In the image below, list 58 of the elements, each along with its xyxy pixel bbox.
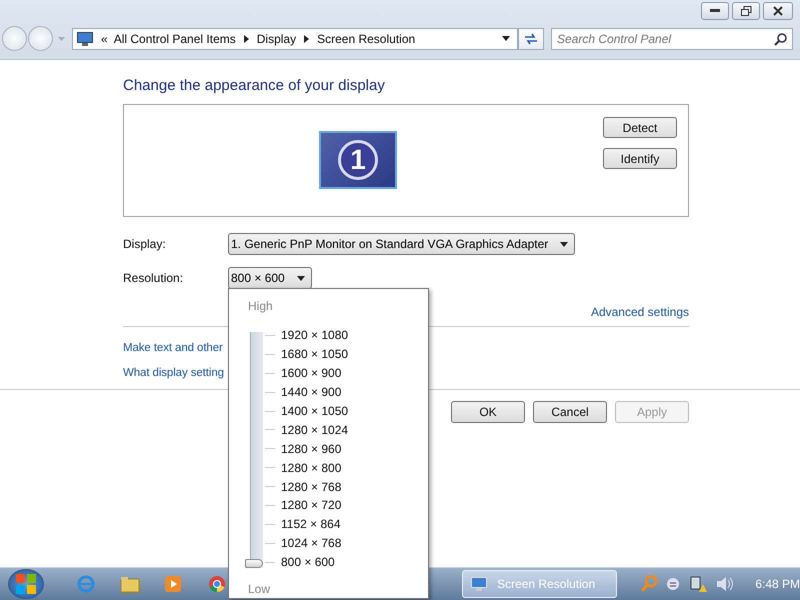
restore-button[interactable] <box>732 2 760 20</box>
resolution-option[interactable]: 1280 × 720 <box>281 498 342 512</box>
resolution-option[interactable]: 1440 × 900 <box>281 385 342 400</box>
advanced-settings-link[interactable]: Advanced settings <box>590 305 689 319</box>
slider-low-label: Low <box>248 582 272 596</box>
start-button[interactable] <box>8 569 44 599</box>
network-warning-icon[interactable] <box>689 575 708 593</box>
minimize-button[interactable] <box>701 2 729 20</box>
page-heading: Change the appearance of your display <box>123 77 386 94</box>
restore-icon <box>740 6 752 16</box>
breadcrumb-item[interactable]: All Control Panel Items <box>114 32 236 46</box>
resolution-option[interactable]: 1280 × 1024 <box>281 422 348 437</box>
resolution-option[interactable]: 1024 × 768 <box>281 536 342 550</box>
slider-high-label: High <box>248 299 274 313</box>
dialog-button[interactable]: Cancel <box>533 401 607 423</box>
resolution-option[interactable]: 1600 × 900 <box>281 366 342 380</box>
resolution-option[interactable]: 800 × 600 <box>281 555 335 570</box>
close-button[interactable] <box>763 2 793 20</box>
preview-button[interactable]: Detect <box>603 117 677 138</box>
field-label: Resolution: <box>123 271 184 285</box>
help-link[interactable]: Make text and other <box>123 342 223 354</box>
monitor-icon <box>471 577 488 591</box>
search-field[interactable]: Search Control Panel <box>551 28 793 50</box>
preview-button[interactable]: Identify <box>603 148 677 169</box>
caret-icon[interactable] <box>502 36 510 41</box>
dropdown[interactable]: 800 × 600 <box>228 267 312 289</box>
close-icon <box>773 6 783 16</box>
overflow-chevron[interactable]: « <box>101 32 108 46</box>
refresh-button[interactable] <box>518 28 544 50</box>
minimize-icon <box>710 9 720 13</box>
monitor-icon <box>77 32 93 46</box>
breadcrumb-item[interactable]: Screen Resolution <box>317 32 416 46</box>
search-icon[interactable] <box>774 32 787 46</box>
slider-thumb[interactable] <box>245 558 263 568</box>
refresh-icon <box>523 32 539 46</box>
resolution-option[interactable]: 1920 × 1080 <box>281 328 348 342</box>
resolution-option[interactable]: 1280 × 800 <box>281 460 342 475</box>
dropdown[interactable]: 1. Generic PnP Monitor on Standard VGA Graphics Adapter <box>228 233 576 255</box>
caret-icon <box>296 276 305 280</box>
triangle-right-icon[interactable] <box>244 34 249 42</box>
resolution-option[interactable]: 1280 × 768 <box>281 480 342 494</box>
caret-icon <box>560 242 568 246</box>
field-label: Display: <box>123 237 167 251</box>
breadcrumb-item[interactable]: Display <box>256 32 296 46</box>
monitor-number: 1 <box>338 140 378 180</box>
help-link[interactable]: What display setting <box>123 366 224 378</box>
resolution-option[interactable]: 1400 × 1050 <box>281 404 348 418</box>
resolution-option[interactable]: 1152 × 864 <box>281 517 341 532</box>
speaker-icon[interactable] <box>716 576 734 592</box>
resolution-slider[interactable] <box>245 332 265 568</box>
triangle-right-icon[interactable] <box>304 34 310 42</box>
monitor-tile[interactable]: 1 <box>319 131 397 189</box>
address-bar[interactable]: « All Control Panel Items Display Screen Resolution <box>72 28 518 50</box>
resolution-option[interactable]: 1680 × 1050 <box>281 347 348 362</box>
four-squares-icon <box>14 573 37 595</box>
status-circle-icon[interactable] <box>666 577 680 591</box>
resolution-option[interactable]: 1280 × 960 <box>281 442 342 456</box>
dialog-button[interactable]: OK <box>451 401 525 423</box>
